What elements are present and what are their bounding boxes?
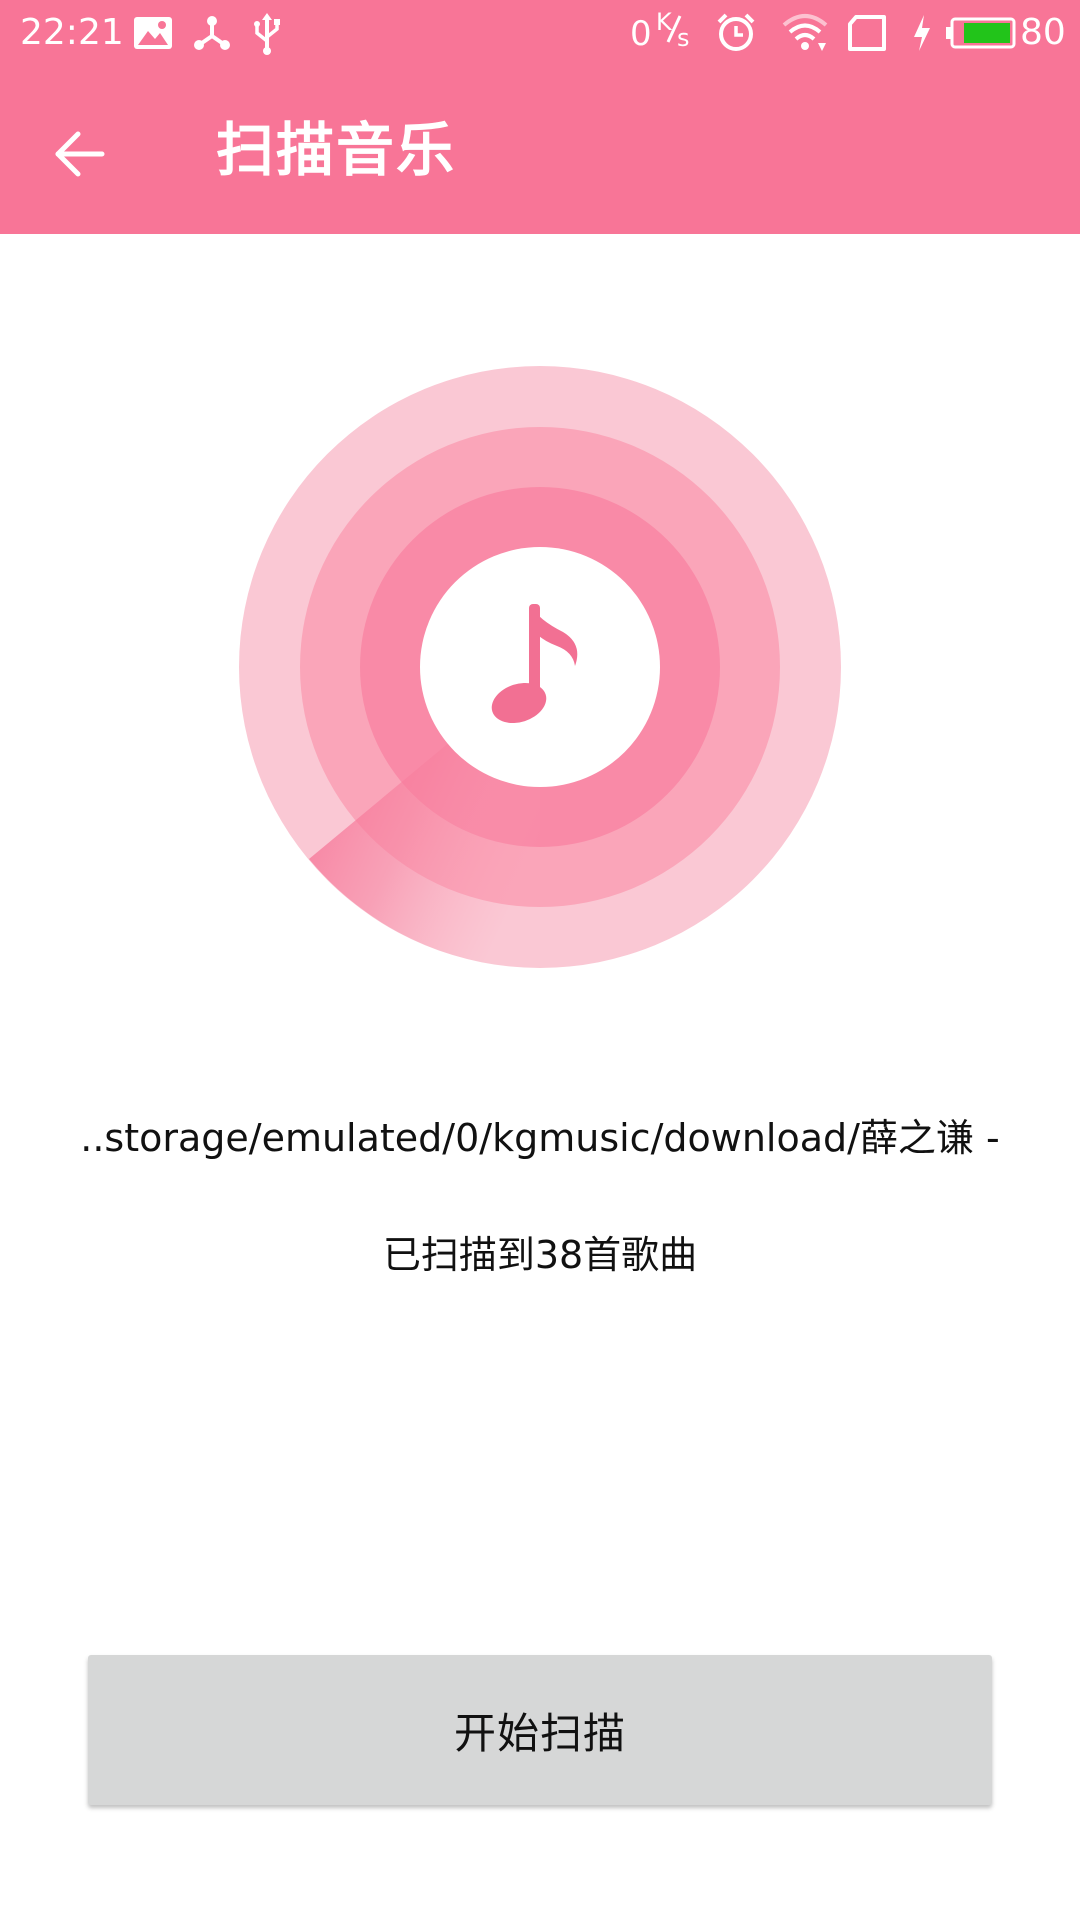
share-notification-icon <box>194 16 230 50</box>
network-speed-unit-bottom: s <box>677 24 690 52</box>
charging-icon <box>914 15 930 51</box>
scan-current-path: ..storage/emulated/0/kgmusic/download/薛之… <box>80 1116 1000 1160</box>
image-notification-icon <box>134 17 172 49</box>
status-bar: 22:21 0 K s 80 <box>0 0 1080 66</box>
wifi-icon <box>782 14 828 51</box>
battery-icon <box>946 17 1016 49</box>
scan-result-count: 已扫描到38首歌曲 <box>382 1233 698 1277</box>
network-speed-value: 0 <box>630 14 652 54</box>
alarm-icon <box>717 13 755 51</box>
scan-radar-graphic <box>239 366 841 968</box>
usb-icon <box>254 13 280 55</box>
sim-card-icon <box>848 15 886 51</box>
page-title: 扫描音乐 <box>216 116 457 184</box>
battery-level: 80 <box>1020 12 1066 53</box>
status-time: 22:21 <box>20 12 124 53</box>
app-bar: 扫描音乐 <box>0 66 1080 234</box>
back-button[interactable] <box>32 106 128 202</box>
start-scan-button[interactable]: 开始扫描 <box>88 1655 992 1805</box>
arrow-left-icon <box>55 131 105 177</box>
